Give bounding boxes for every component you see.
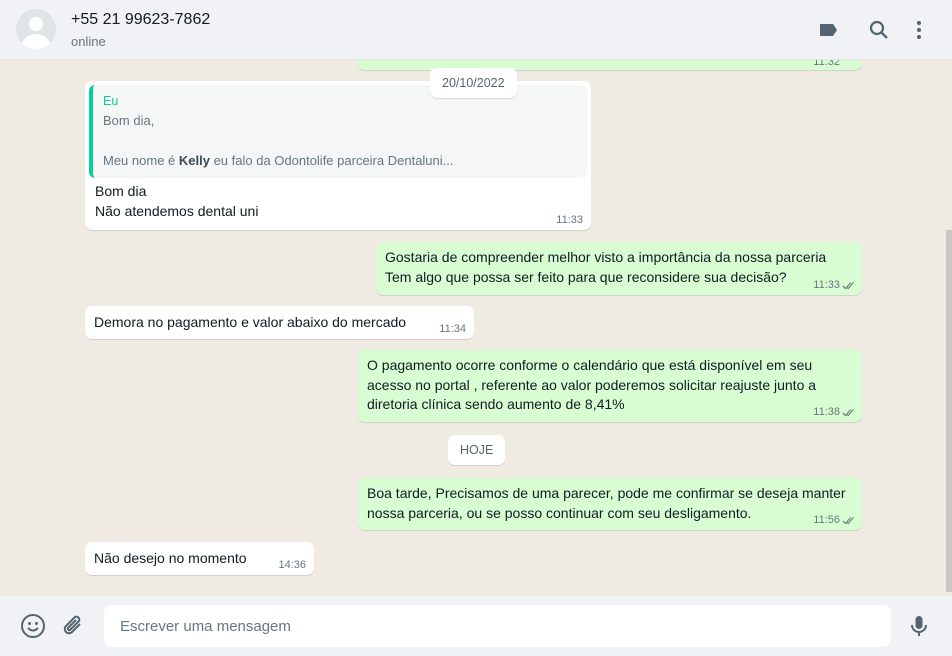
scrollbar[interactable] (946, 230, 952, 592)
double-check-icon (842, 517, 854, 525)
quoted-message[interactable]: Eu Bom dia, Meu nome é Kelly eu falo da … (89, 85, 587, 178)
chat-header: +55 21 99623-7862 online (0, 0, 952, 60)
message-time: 11:34 (439, 323, 466, 335)
search-icon[interactable] (867, 18, 891, 42)
message-time: 11:32 (813, 60, 840, 68)
quote-line: Bom dia, (103, 113, 155, 128)
message-time: 11:38 (813, 406, 840, 418)
emoji-icon[interactable] (20, 613, 46, 639)
contact-status: online (71, 34, 106, 49)
message-text: Bom dia Não atendemos dental uni (95, 183, 259, 219)
message-outgoing: O pagamento ocorre conforme o calendário… (358, 350, 862, 422)
message-input[interactable] (104, 605, 891, 647)
contact-name[interactable]: +55 21 99623-7862 (71, 11, 210, 29)
date-chip: 20/10/2022 (430, 68, 517, 98)
quote-line: Meu nome é Kelly eu falo da Odontolife p… (103, 153, 454, 168)
message-incoming: Eu Bom dia, Meu nome é Kelly eu falo da … (85, 81, 591, 230)
message-time: 14:36 (278, 559, 306, 571)
message-time: 11:33 (813, 279, 840, 291)
double-check-icon (842, 282, 854, 290)
message-incoming: Não desejo no momento 14:36 (85, 542, 314, 575)
message-list[interactable]: 11:32 Eu Bom dia, Meu nome é Kelly eu fa… (0, 60, 952, 596)
menu-icon[interactable] (907, 18, 931, 42)
microphone-icon[interactable] (906, 613, 932, 639)
message-outgoing: Boa tarde, Precisamos de uma parecer, po… (358, 478, 862, 530)
message-outgoing: Gostaria de compreender melhor visto a i… (376, 242, 862, 295)
avatar[interactable] (16, 9, 56, 49)
date-chip: HOJE (448, 435, 506, 465)
message-time: 11:56 (813, 514, 840, 526)
double-check-icon (842, 409, 854, 417)
attach-icon[interactable] (61, 613, 87, 639)
compose-bar (0, 596, 952, 656)
label-icon[interactable] (817, 18, 841, 42)
message-incoming: Demora no pagamento e valor abaixo do me… (85, 306, 474, 339)
message-time: 11:33 (556, 214, 583, 226)
